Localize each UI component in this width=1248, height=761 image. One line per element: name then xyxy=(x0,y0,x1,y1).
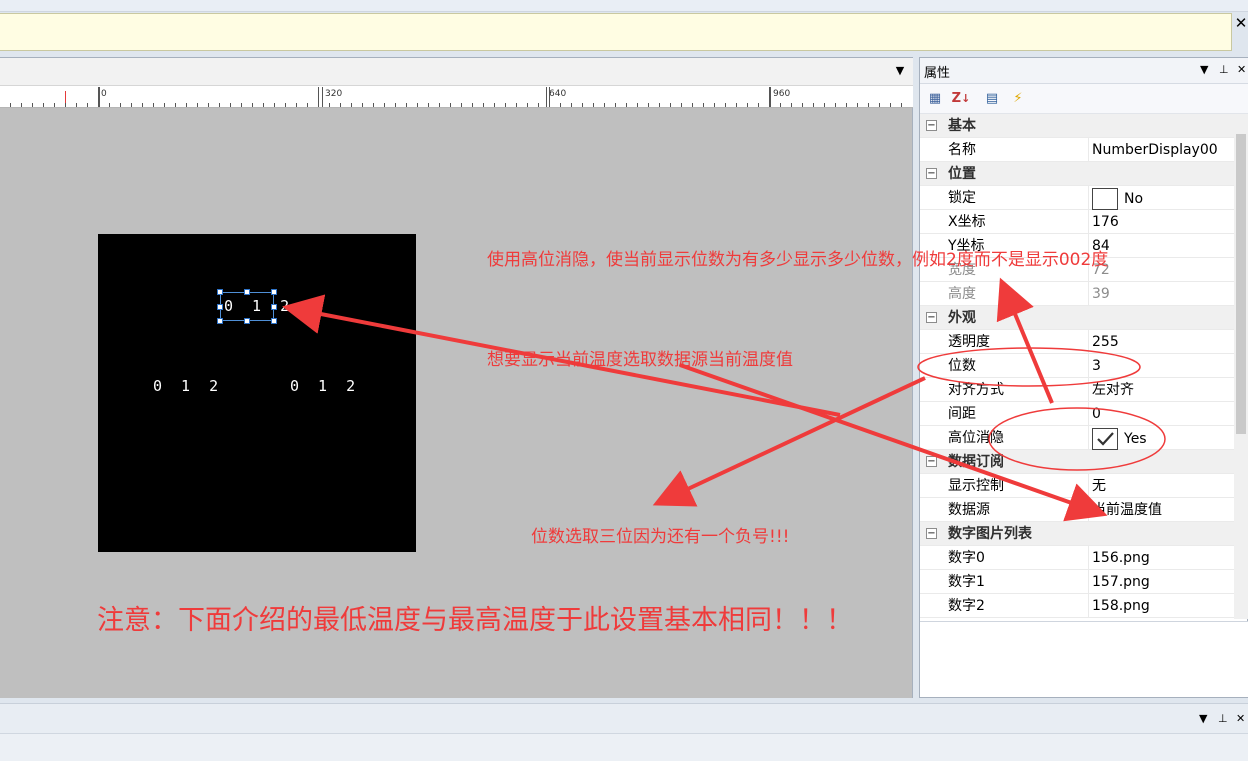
arrow-to-data-source xyxy=(679,363,1108,522)
annotation-note: 注意：下面介绍的最低温度与最高温度于此设置基本相同！！！ xyxy=(97,605,853,636)
annotation-leading-zero: 使用高位消隐，使当前显示位数为有多少显示多少位数，例如2度而不是显示002度 xyxy=(487,250,1109,270)
highlight-digits-row xyxy=(917,347,1141,387)
arrow-from-digits-row xyxy=(652,376,926,507)
highlight-leading-zero-row xyxy=(988,407,1166,471)
annotation-digits: 位数选取三位因为还有一个负号!!! xyxy=(531,527,790,547)
annotation-overlay xyxy=(282,277,1166,522)
annotation-data-source: 想要显示当前温度选取数据源当前温度值 xyxy=(487,350,793,370)
